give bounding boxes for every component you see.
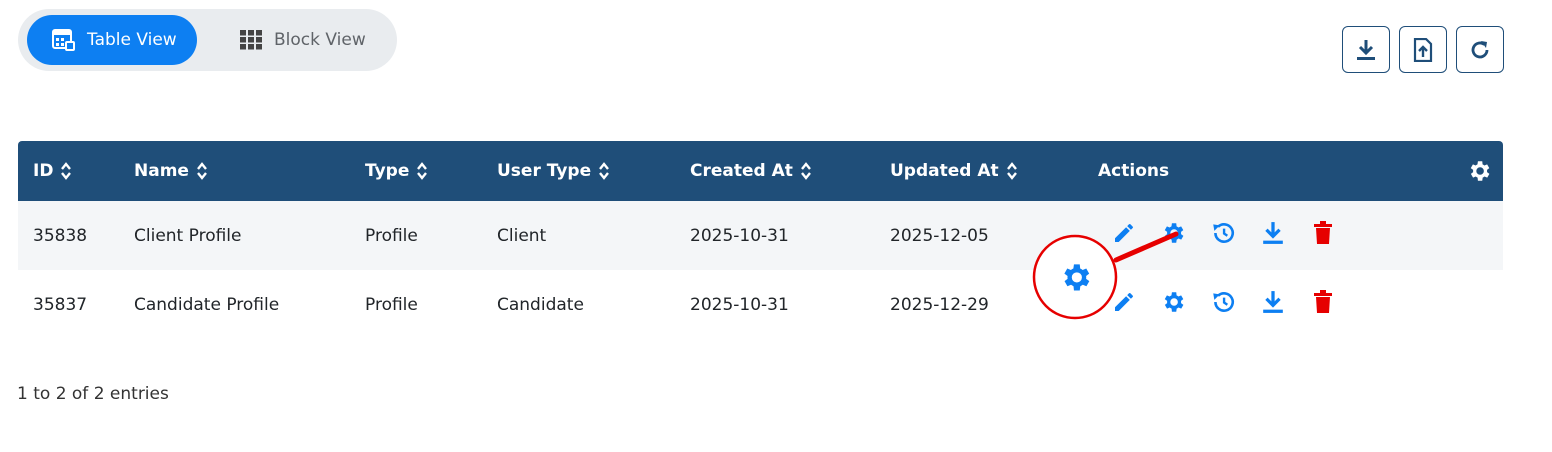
- edit-icon: [1115, 293, 1133, 311]
- download-icon: [1357, 39, 1375, 60]
- download-icon: [1263, 222, 1283, 244]
- history-icon: [1213, 223, 1234, 243]
- table-header: ID Name Type User Type Created At Update…: [18, 141, 1503, 201]
- grid-icon: [240, 30, 262, 50]
- cell-updated-at: 2025-12-29: [890, 294, 989, 315]
- column-user-type-label: User Type: [497, 161, 592, 181]
- edit-icon: [1115, 224, 1133, 242]
- history-button[interactable]: [1208, 218, 1238, 248]
- download-button[interactable]: [1342, 26, 1390, 73]
- delete-icon: [1314, 221, 1332, 244]
- column-updated-at[interactable]: Updated At: [890, 141, 1018, 201]
- block-view-label: Block View: [274, 30, 366, 50]
- cell-updated-at: 2025-12-05: [890, 225, 989, 246]
- cell-type: Profile: [365, 225, 418, 246]
- cell-user-type: Client: [497, 225, 547, 246]
- table-view-label: Table View: [87, 30, 177, 50]
- sort-icon: [61, 162, 72, 180]
- history-button[interactable]: [1208, 287, 1238, 317]
- download-icon: [1263, 291, 1283, 313]
- export-button[interactable]: [1399, 26, 1447, 73]
- delete-icon: [1314, 290, 1332, 313]
- view-toggle: Table View Block View: [18, 9, 397, 71]
- cell-id: 35837: [33, 294, 88, 315]
- edit-button[interactable]: [1109, 218, 1139, 248]
- delete-button[interactable]: [1308, 287, 1338, 317]
- column-id[interactable]: ID: [33, 141, 72, 201]
- column-type[interactable]: Type: [365, 141, 428, 201]
- table-view-button[interactable]: Table View: [27, 15, 197, 65]
- export-file-icon: [1413, 37, 1433, 62]
- column-name-label: Name: [134, 161, 189, 181]
- table-row: 35837 Candidate Profile Profile Candidat…: [18, 270, 1503, 339]
- refresh-button[interactable]: [1456, 26, 1504, 73]
- settings-icon: [1164, 223, 1184, 243]
- sort-icon: [1006, 162, 1017, 180]
- gear-icon: [1470, 161, 1490, 181]
- settings-icon: [1164, 292, 1184, 312]
- column-id-label: ID: [33, 161, 54, 181]
- cell-name: Candidate Profile: [134, 294, 280, 315]
- entries-info: 1 to 2 of 2 entries: [17, 384, 169, 404]
- cell-created-at: 2025-10-31: [690, 225, 789, 246]
- sort-icon: [599, 162, 610, 180]
- column-name[interactable]: Name: [134, 141, 208, 201]
- block-view-button[interactable]: Block View: [240, 15, 390, 65]
- cell-type: Profile: [365, 294, 418, 315]
- cell-id: 35838: [33, 225, 88, 246]
- history-icon: [1213, 292, 1234, 312]
- sort-icon: [800, 162, 811, 180]
- settings-button[interactable]: [1158, 218, 1188, 248]
- column-actions-label: Actions: [1098, 161, 1170, 181]
- data-table: ID Name Type User Type Created At Update…: [18, 141, 1503, 339]
- column-type-label: Type: [365, 161, 410, 181]
- sort-icon: [197, 162, 207, 180]
- column-created-at[interactable]: Created At: [690, 141, 812, 201]
- sort-icon: [417, 162, 428, 180]
- refresh-icon: [1471, 40, 1489, 58]
- edit-button[interactable]: [1109, 287, 1139, 317]
- cell-user-type: Candidate: [497, 294, 584, 315]
- column-actions: Actions: [1098, 141, 1169, 201]
- column-updated-at-label: Updated At: [890, 161, 999, 181]
- delete-button[interactable]: [1308, 218, 1338, 248]
- cell-created-at: 2025-10-31: [690, 294, 789, 315]
- table-settings-button[interactable]: [1459, 141, 1492, 201]
- column-created-at-label: Created At: [690, 161, 793, 181]
- table-view-icon: [52, 29, 75, 51]
- column-user-type[interactable]: User Type: [497, 141, 610, 201]
- download-row-button[interactable]: [1258, 287, 1288, 317]
- table-row: 35838 Client Profile Profile Client 2025…: [18, 201, 1503, 270]
- settings-button[interactable]: [1158, 287, 1188, 317]
- cell-name: Client Profile: [134, 225, 242, 246]
- download-row-button[interactable]: [1258, 218, 1288, 248]
